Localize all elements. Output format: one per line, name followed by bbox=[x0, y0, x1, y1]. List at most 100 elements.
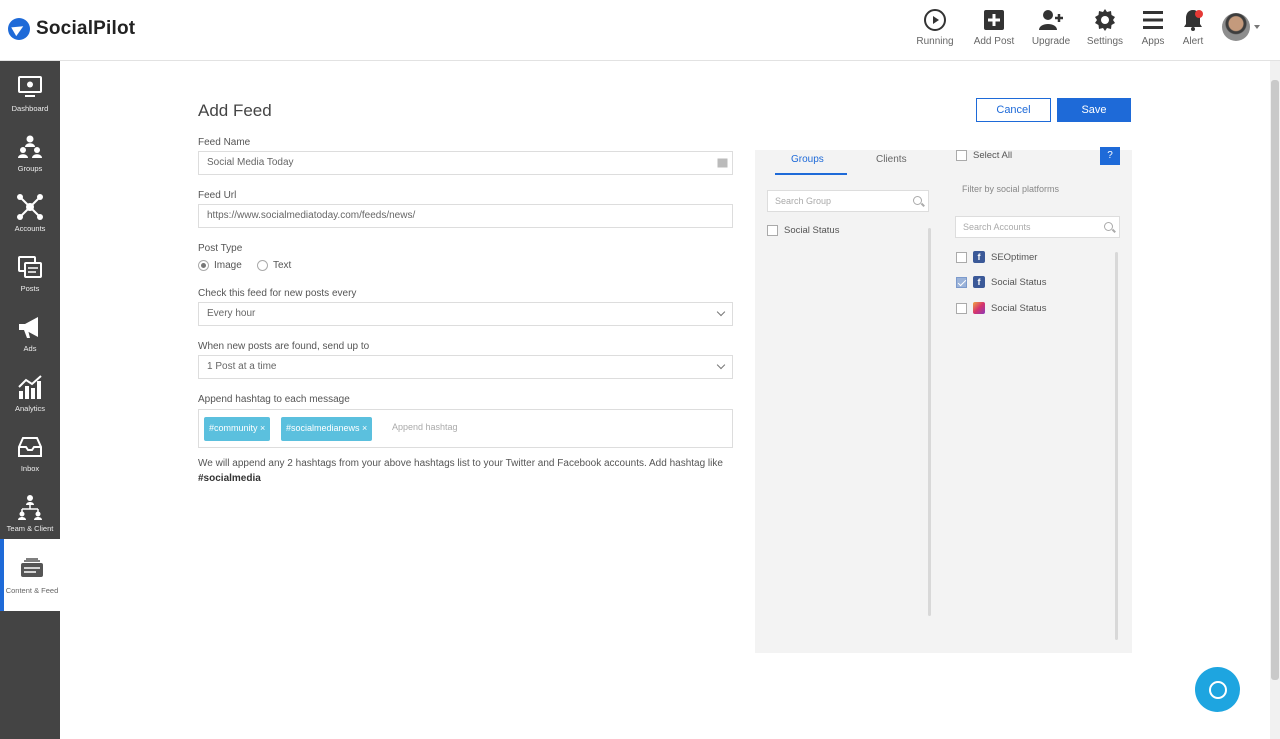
account-name: SEOptimer bbox=[991, 251, 1038, 263]
monitor-icon bbox=[18, 76, 42, 97]
send-count-select[interactable]: 1 Post at a time bbox=[198, 355, 733, 379]
bar-chart-icon bbox=[18, 375, 42, 399]
topnav-label: Upgrade bbox=[1031, 36, 1071, 47]
feed-url-value: https://www.socialmediatoday.com/feeds/n… bbox=[207, 210, 416, 221]
send-count-label: When new posts are found, send up to bbox=[198, 341, 370, 352]
post-type-text-radio[interactable]: Text bbox=[257, 260, 291, 271]
play-circle-icon bbox=[924, 9, 946, 31]
avatar[interactable] bbox=[1222, 13, 1250, 41]
accounts-scrollbar[interactable] bbox=[1115, 252, 1118, 640]
card-icon bbox=[717, 158, 728, 168]
logo-icon bbox=[8, 18, 30, 40]
feed-name-value: Social Media Today bbox=[207, 157, 294, 168]
group-icon bbox=[18, 135, 42, 158]
account-name: Social Status bbox=[991, 302, 1047, 314]
bell-icon bbox=[1184, 10, 1203, 31]
search-icon bbox=[913, 196, 922, 205]
sidebar: Dashboard Groups Accounts Posts Ads Anal… bbox=[0, 61, 60, 739]
page-scrollbar-thumb[interactable] bbox=[1271, 80, 1279, 680]
chat-support-button[interactable] bbox=[1195, 667, 1240, 712]
account-item[interactable]: Social Status bbox=[956, 302, 1046, 314]
info-button[interactable]: ? bbox=[1100, 147, 1120, 165]
tab-groups[interactable]: Groups bbox=[791, 154, 824, 165]
sidebar-item-label: Team & Client bbox=[6, 524, 54, 533]
send-count-value: 1 Post at a time bbox=[207, 361, 277, 372]
check-interval-select[interactable]: Every hour bbox=[198, 302, 733, 326]
logo[interactable]: SocialPilot bbox=[8, 18, 135, 40]
topnav-running[interactable]: Running bbox=[913, 8, 957, 47]
sidebar-item-content-feed[interactable]: Content & Feed bbox=[0, 539, 60, 611]
facebook-icon: f bbox=[973, 251, 985, 263]
feed-name-field[interactable]: Social Media Today bbox=[198, 151, 733, 175]
platform-filter-label[interactable]: Filter by social platforms bbox=[962, 184, 1059, 194]
hashtag-chip[interactable]: #socialmedianews × bbox=[281, 417, 373, 441]
feed-url-label: Feed Url bbox=[198, 190, 237, 201]
select-all-checkbox[interactable]: Select All bbox=[956, 150, 1012, 161]
search-icon bbox=[1104, 222, 1113, 231]
hashtag-note-text: We will append any 2 hashtags from your … bbox=[198, 458, 723, 469]
chevron-down-icon[interactable] bbox=[1254, 25, 1260, 29]
menu-icon bbox=[1143, 11, 1163, 29]
radio-dot bbox=[198, 260, 209, 271]
sidebar-item-posts[interactable]: Posts bbox=[0, 243, 60, 303]
checkbox[interactable] bbox=[956, 251, 967, 263]
groups-scrollbar[interactable] bbox=[928, 228, 931, 616]
hashtag-chip[interactable]: #community × bbox=[204, 417, 271, 441]
account-search-input[interactable]: Search Accounts bbox=[955, 216, 1120, 238]
radio-label: Image bbox=[214, 260, 242, 271]
sidebar-item-ads[interactable]: Ads bbox=[0, 303, 60, 363]
topnav-label: Apps bbox=[1141, 36, 1165, 47]
sidebar-item-label: Groups bbox=[17, 164, 43, 173]
account-search-placeholder: Search Accounts bbox=[963, 222, 1031, 232]
active-tab-indicator bbox=[775, 173, 847, 175]
checkbox[interactable] bbox=[767, 225, 778, 236]
radio-label: Text bbox=[273, 260, 292, 271]
topnav-label: Add Post bbox=[973, 36, 1015, 47]
sidebar-item-analytics[interactable]: Analytics bbox=[0, 363, 60, 423]
plus-square-icon bbox=[984, 10, 1004, 30]
sidebar-item-label: Content & Feed bbox=[5, 586, 59, 595]
feed-name-label: Feed Name bbox=[198, 137, 251, 148]
topnav-upgrade[interactable]: Upgrade bbox=[1030, 8, 1072, 47]
checkbox-checked[interactable] bbox=[956, 276, 967, 288]
account-name: Social Status bbox=[991, 276, 1047, 288]
post-type-label: Post Type bbox=[198, 243, 243, 254]
sidebar-item-label: Inbox bbox=[20, 464, 40, 473]
check-interval-value: Every hour bbox=[207, 308, 256, 319]
topnav-label: Running bbox=[916, 36, 954, 47]
team-icon bbox=[18, 495, 42, 520]
topnav-label: Alert bbox=[1182, 36, 1204, 47]
sidebar-item-accounts[interactable]: Accounts bbox=[0, 183, 60, 243]
account-item[interactable]: f Social Status bbox=[956, 276, 1046, 288]
account-item[interactable]: f SEOptimer bbox=[956, 251, 1037, 263]
megaphone-icon bbox=[19, 317, 38, 338]
checkbox[interactable] bbox=[956, 150, 967, 161]
group-search-input[interactable]: Search Group bbox=[767, 190, 929, 212]
topnav-add-post[interactable]: Add Post bbox=[971, 8, 1017, 47]
topnav-settings[interactable]: Settings bbox=[1085, 8, 1125, 47]
sidebar-item-team-client[interactable]: Team & Client bbox=[0, 483, 60, 543]
feed-url-field[interactable]: https://www.socialmediatoday.com/feeds/n… bbox=[198, 204, 733, 228]
group-item[interactable]: Social Status bbox=[767, 225, 839, 236]
sidebar-item-groups[interactable]: Groups bbox=[0, 123, 60, 183]
checkbox[interactable] bbox=[956, 302, 967, 314]
select-all-label: Select All bbox=[973, 150, 1013, 161]
sidebar-item-dashboard[interactable]: Dashboard bbox=[0, 63, 60, 123]
tab-clients[interactable]: Clients bbox=[876, 154, 907, 165]
top-bar: SocialPilot Running Add Post Upgrade Set… bbox=[0, 0, 1280, 61]
page-title: Add Feed bbox=[198, 101, 272, 120]
sidebar-item-inbox[interactable]: Inbox bbox=[0, 423, 60, 483]
hashtag-note-example: #socialmedia bbox=[198, 473, 261, 484]
app-name: SocialPilot bbox=[36, 18, 136, 39]
topnav-apps[interactable]: Apps bbox=[1138, 8, 1168, 47]
hashtag-input-box[interactable]: #community × #socialmedianews × Append h… bbox=[198, 409, 733, 448]
post-type-image-radio[interactable]: Image bbox=[198, 260, 242, 271]
hashtag-input[interactable]: Append hashtag bbox=[392, 422, 458, 432]
gear-icon bbox=[1095, 9, 1115, 31]
posts-icon bbox=[18, 256, 42, 278]
topnav-alert[interactable]: Alert bbox=[1178, 8, 1208, 47]
save-button[interactable]: Save bbox=[1057, 98, 1131, 122]
cancel-button[interactable]: Cancel bbox=[976, 98, 1051, 122]
inbox-icon bbox=[18, 437, 42, 457]
group-search-placeholder: Search Group bbox=[775, 196, 832, 206]
